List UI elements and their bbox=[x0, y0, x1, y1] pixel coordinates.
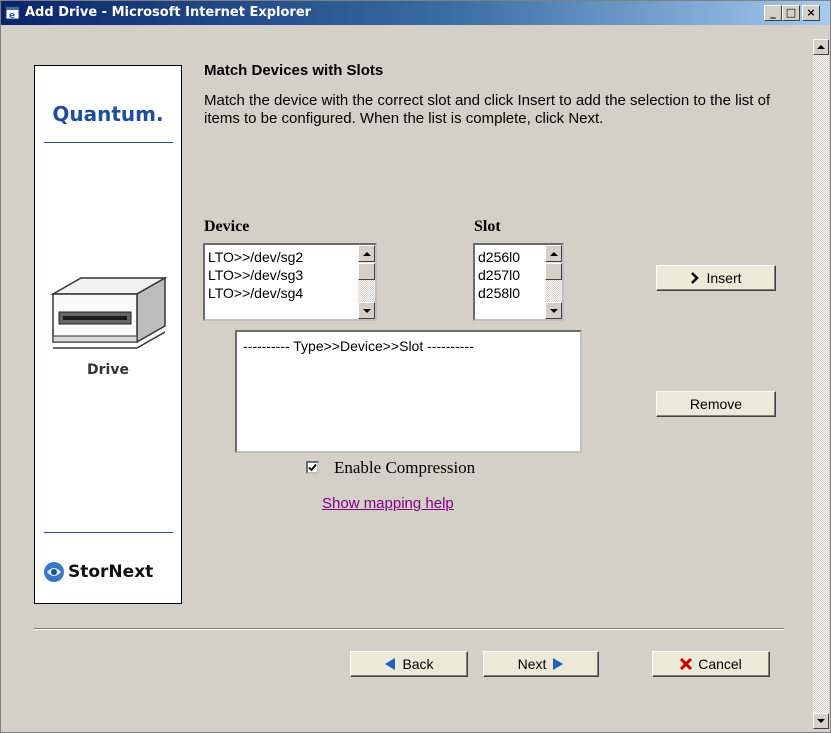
device-label: Device bbox=[204, 218, 250, 235]
scroll-down-arrow[interactable] bbox=[813, 713, 829, 729]
next-button[interactable]: Next bbox=[483, 651, 599, 677]
divider bbox=[44, 142, 173, 143]
arrow-up-icon bbox=[363, 252, 371, 256]
device-listbox[interactable]: LTO>>/dev/sg2 LTO>>/dev/sg3 LTO>>/dev/sg… bbox=[203, 243, 377, 321]
checkmark-icon bbox=[308, 463, 317, 472]
selection-list-header: ---------- Type>>Device>>Slot ---------- bbox=[243, 338, 474, 354]
close-button[interactable]: × bbox=[802, 5, 820, 21]
page-scrollbar[interactable] bbox=[813, 39, 829, 729]
scroll-up-arrow[interactable] bbox=[813, 39, 829, 55]
quantum-logo: Quantum. bbox=[52, 102, 164, 126]
ie-icon: e bbox=[5, 6, 20, 21]
enable-compression-label: Enable Compression bbox=[334, 458, 476, 477]
maximize-button[interactable]: □ bbox=[782, 5, 800, 21]
insert-button-label: Insert bbox=[706, 270, 742, 286]
browser-window: e Add Drive - Microsoft Internet Explore… bbox=[0, 0, 831, 733]
maximize-icon: □ bbox=[785, 6, 797, 19]
cancel-button-label: Cancel bbox=[698, 656, 742, 672]
drive-label: Drive bbox=[87, 362, 129, 378]
device-option[interactable]: LTO>>/dev/sg2 bbox=[208, 248, 303, 266]
enable-compression-checkbox[interactable] bbox=[306, 461, 319, 474]
footer-divider bbox=[34, 628, 784, 630]
arrow-right-icon bbox=[553, 658, 564, 670]
slot-label: Slot bbox=[474, 218, 501, 235]
remove-button-label: Remove bbox=[689, 396, 743, 412]
stornext-text: StorNext bbox=[68, 562, 154, 582]
back-button-label: Back bbox=[402, 656, 434, 672]
window-title: Add Drive - Microsoft Internet Explorer bbox=[25, 5, 312, 20]
sidebar-panel: Quantum. Drive StorNext bbox=[34, 65, 182, 604]
stornext-logo: StorNext bbox=[43, 561, 153, 583]
device-option[interactable]: LTO>>/dev/sg3 bbox=[208, 266, 303, 284]
cancel-button[interactable]: Cancel bbox=[652, 651, 770, 677]
close-icon: × bbox=[806, 6, 816, 19]
remove-button[interactable]: Remove bbox=[656, 391, 776, 417]
scroll-up-arrow[interactable] bbox=[545, 245, 562, 262]
show-mapping-help-link[interactable]: Show mapping help bbox=[322, 495, 454, 512]
minimize-icon: _ bbox=[770, 6, 776, 19]
arrow-up-icon bbox=[817, 45, 825, 49]
slot-option[interactable]: d257l0 bbox=[478, 266, 520, 284]
insert-button[interactable]: Insert bbox=[656, 265, 776, 291]
chevron-right-icon bbox=[691, 272, 700, 284]
device-listbox-scrollbar[interactable] bbox=[358, 245, 375, 319]
svg-text:e: e bbox=[9, 11, 15, 21]
slot-option[interactable]: d256l0 bbox=[478, 248, 520, 266]
scroll-down-arrow[interactable] bbox=[358, 302, 375, 319]
device-option[interactable]: LTO>>/dev/sg4 bbox=[208, 284, 303, 302]
slot-option[interactable]: d258l0 bbox=[478, 284, 520, 302]
instructions-text: Match the device with the correct slot a… bbox=[204, 92, 771, 127]
arrow-up-icon bbox=[550, 252, 558, 256]
arrow-left-icon bbox=[385, 658, 396, 670]
minimize-button[interactable]: _ bbox=[764, 5, 782, 21]
back-button[interactable]: Back bbox=[350, 651, 468, 677]
arrow-down-icon bbox=[550, 309, 558, 313]
scroll-down-arrow[interactable] bbox=[545, 302, 562, 319]
slot-listbox[interactable]: d256l0 d257l0 d258l0 bbox=[473, 243, 564, 321]
scroll-thumb[interactable] bbox=[358, 263, 375, 280]
page-title: Match Devices with Slots bbox=[204, 62, 384, 79]
scroll-thumb[interactable] bbox=[545, 263, 562, 280]
divider bbox=[44, 532, 173, 533]
slot-listbox-scrollbar[interactable] bbox=[545, 245, 562, 319]
arrow-down-icon bbox=[363, 309, 371, 313]
arrow-down-icon bbox=[817, 719, 825, 723]
next-button-label: Next bbox=[517, 656, 547, 672]
tape-drive-icon bbox=[50, 276, 168, 349]
selection-list[interactable]: ---------- Type>>Device>>Slot ---------- bbox=[235, 330, 582, 453]
scroll-up-arrow[interactable] bbox=[358, 245, 375, 262]
cancel-x-icon bbox=[680, 658, 693, 670]
title-bar: e Add Drive - Microsoft Internet Explore… bbox=[1, 1, 830, 25]
stornext-logo-icon bbox=[44, 562, 64, 582]
